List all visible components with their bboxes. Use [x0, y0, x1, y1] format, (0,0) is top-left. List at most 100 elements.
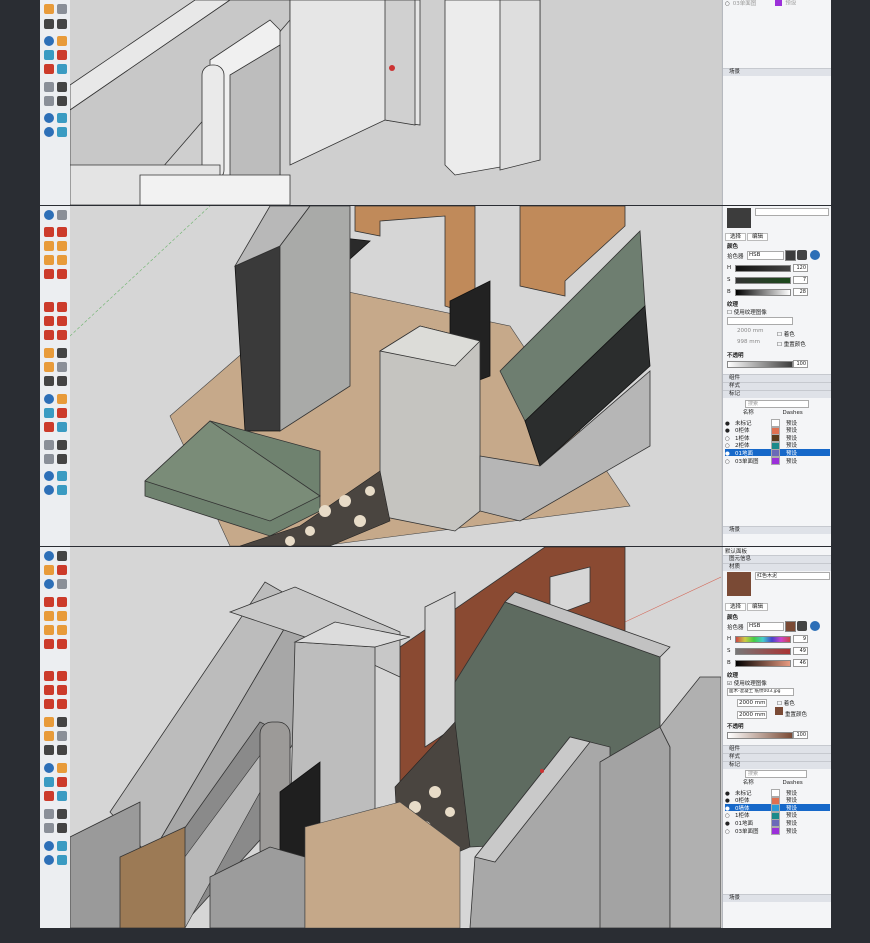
tab-edit[interactable]: 编辑	[747, 233, 769, 241]
rotated-rectangle-icon[interactable]	[57, 611, 67, 621]
hue-value[interactable]: 9	[793, 635, 808, 643]
text-tool-icon[interactable]	[57, 731, 67, 741]
walk-tool-icon[interactable]	[44, 96, 54, 106]
polygon-tool-icon[interactable]	[57, 625, 67, 635]
orbit-tool-icon[interactable]	[44, 36, 54, 46]
texture-height[interactable]: 998 mm	[737, 339, 760, 345]
make-component-icon[interactable]	[57, 551, 67, 561]
match-color-icon[interactable]	[810, 621, 820, 631]
brightness-value[interactable]: 46	[793, 659, 808, 667]
line-tool-icon[interactable]	[44, 597, 54, 607]
share-model-icon[interactable]	[44, 127, 54, 137]
entity-info-section-header[interactable]: 图元信息	[723, 555, 831, 563]
tag-row[interactable]: ○ 03单面图 预设	[725, 0, 830, 7]
orbit-tool-icon[interactable]	[44, 394, 54, 404]
circle-tool-icon[interactable]	[44, 255, 54, 265]
zoom-tool-icon[interactable]	[44, 408, 54, 418]
freehand-tool-icon[interactable]	[57, 597, 67, 607]
warehouse-icon[interactable]	[44, 471, 54, 481]
texture-width[interactable]: 2000 mm	[737, 699, 768, 707]
pencil-tool-icon[interactable]	[44, 4, 54, 14]
tag-row[interactable]: ○ 03单面图 预设	[725, 457, 830, 465]
saturation-slider[interactable]	[735, 277, 791, 284]
warehouse-icon[interactable]	[44, 841, 54, 851]
tag-color-swatch[interactable]	[771, 457, 780, 465]
zoom-extents-icon[interactable]	[44, 791, 54, 801]
extension-warehouse-icon[interactable]	[57, 471, 67, 481]
rotated-rectangle-icon[interactable]	[57, 241, 67, 251]
zoom-window-icon[interactable]	[57, 408, 67, 418]
saturation-slider[interactable]	[735, 648, 791, 655]
line-tool-icon[interactable]	[44, 227, 54, 237]
material-name-field[interactable]: 红色木泥	[755, 572, 830, 580]
pan-tool-icon[interactable]	[57, 394, 67, 404]
section-plane-icon[interactable]	[57, 454, 67, 464]
materials-section-header[interactable]: 材质	[723, 563, 831, 571]
eyedropper-icon[interactable]	[797, 250, 807, 260]
tag-row[interactable]: ● 未标记 预设	[725, 419, 830, 427]
arc-tool-icon[interactable]	[44, 269, 54, 279]
position-camera-icon[interactable]	[44, 82, 54, 92]
walk-tool-icon[interactable]	[44, 823, 54, 833]
paint-bucket-icon[interactable]	[57, 376, 67, 386]
paint-bucket-icon[interactable]	[44, 565, 54, 575]
zoom-window-icon[interactable]	[57, 50, 67, 60]
hue-slider[interactable]	[735, 265, 791, 272]
scene-section-header[interactable]: 场景	[723, 526, 831, 534]
tags-search-input[interactable]: 搜索	[745, 770, 807, 778]
section-plane-icon[interactable]	[57, 823, 67, 833]
zoom-extents-icon[interactable]	[44, 422, 54, 432]
hue-value[interactable]: 120	[793, 264, 808, 272]
rotate-tool-icon[interactable]	[44, 316, 54, 326]
tag-color-swatch[interactable]	[771, 827, 780, 835]
pie-tool-icon[interactable]	[57, 269, 67, 279]
share-model-icon[interactable]	[44, 485, 54, 495]
tags-section-header[interactable]: 标记	[723, 761, 831, 769]
styles-section-header[interactable]: 样式	[723, 382, 831, 390]
tag-row[interactable]: ○ 1柜体 预设	[725, 811, 830, 820]
hue-slider[interactable]	[735, 636, 791, 643]
material-name-field[interactable]	[755, 208, 829, 216]
tag-row[interactable]: ● 01地面 预设	[725, 449, 830, 458]
pan-tool-icon[interactable]	[57, 36, 67, 46]
tag-row[interactable]: ● 0柜体 预设	[725, 796, 830, 805]
scale-tool-icon[interactable]	[44, 699, 54, 709]
3d-text-icon[interactable]	[57, 745, 67, 755]
move-tool-icon[interactable]	[44, 302, 54, 312]
orbit-tool-icon[interactable]	[44, 763, 54, 773]
reset-color-button[interactable]: 重置颜色	[785, 710, 807, 718]
texture-file-field[interactable]: 面木-混凝土 纸纹003.jpg	[727, 688, 794, 696]
tab-select[interactable]: 选择	[725, 603, 747, 611]
extension-warehouse-icon[interactable]	[57, 841, 67, 851]
zoom-tool-icon[interactable]	[44, 777, 54, 787]
opacity-value[interactable]: 100	[793, 360, 808, 368]
walk-tool-icon[interactable]	[44, 454, 54, 464]
dimension-tool-icon[interactable]	[57, 717, 67, 727]
tag-row[interactable]: ● 0墙体 预设	[725, 804, 830, 813]
orbit-tool-icon[interactable]	[44, 579, 54, 589]
arc-tool-icon[interactable]	[44, 639, 54, 649]
zoom-window-icon[interactable]	[57, 777, 67, 787]
warehouse-icon[interactable]	[44, 113, 54, 123]
tape-measure-icon[interactable]	[44, 348, 54, 358]
text-tool-icon[interactable]	[57, 4, 67, 14]
extension-manager-icon[interactable]	[57, 855, 67, 865]
tag-row[interactable]: ○ 1柜体 预设	[725, 434, 830, 443]
section-plane-icon[interactable]	[57, 96, 67, 106]
reset-color-button[interactable]: ☐ 重置颜色	[777, 340, 806, 348]
pushpull-tool-icon[interactable]	[57, 671, 67, 681]
dimension-tool-icon[interactable]	[57, 348, 67, 358]
model-viewport[interactable]	[70, 547, 721, 928]
protractor-icon[interactable]	[44, 731, 54, 741]
opacity-slider[interactable]	[727, 732, 793, 739]
eyedropper-icon[interactable]	[797, 621, 807, 631]
picker-mode-select[interactable]: HSB	[747, 622, 784, 631]
brightness-slider[interactable]	[735, 289, 791, 296]
position-camera-icon[interactable]	[44, 809, 54, 819]
scale-tool-icon[interactable]	[44, 330, 54, 340]
tag-row[interactable]: ○ 2柜体 预设	[725, 441, 830, 450]
tags-section-header[interactable]: 标记	[723, 390, 831, 398]
offset-tool-icon[interactable]	[57, 330, 67, 340]
saturation-value[interactable]: 7	[793, 276, 808, 284]
picker-mode-select[interactable]: HSB	[747, 251, 784, 260]
